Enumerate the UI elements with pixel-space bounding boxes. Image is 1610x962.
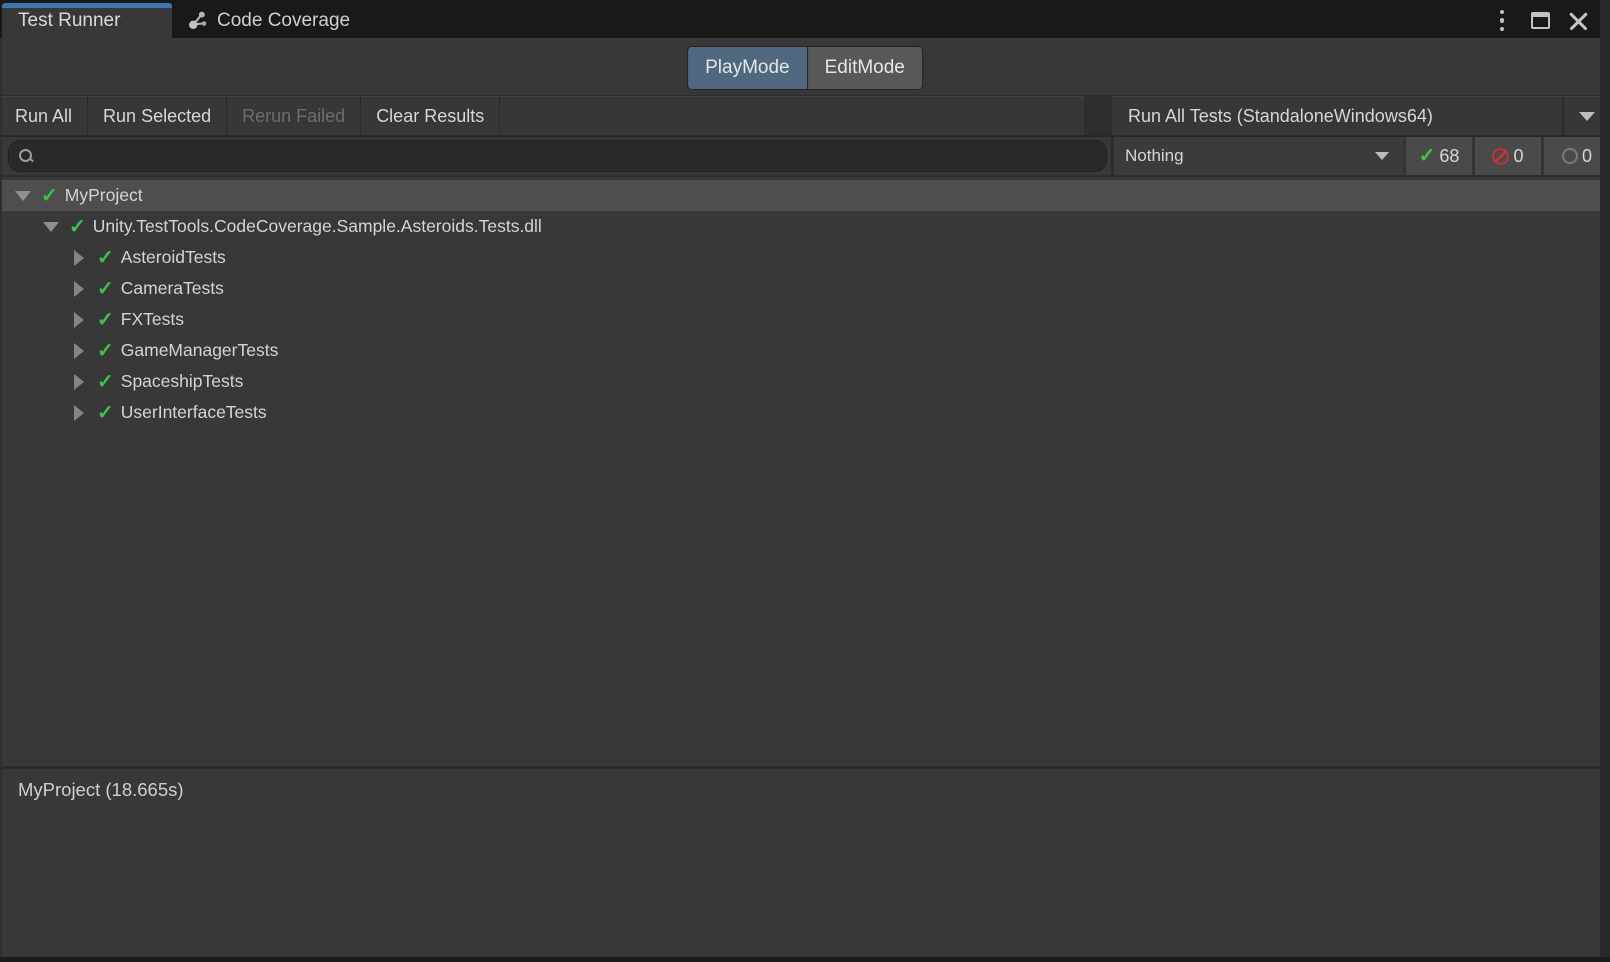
mode-row: PlayModeEditMode <box>0 38 1610 95</box>
test-runner-window: Test Runner Code Coverage <box>0 0 1610 962</box>
tree-row-label: Unity.TestTools.CodeCoverage.Sample.Aste… <box>93 216 542 237</box>
passed-icon: ✓ <box>97 372 114 392</box>
tree-row-label: FXTests <box>121 309 184 330</box>
maximize-button[interactable] <box>1526 7 1554 35</box>
maximize-icon <box>1531 12 1550 29</box>
test-tree-row[interactable]: ✓ CameraTests <box>0 273 1610 304</box>
passed-icon: ✓ <box>97 279 114 299</box>
passed-icon: ✓ <box>69 217 86 237</box>
result-count: 0 <box>1582 146 1592 167</box>
test-tree-row[interactable]: ✓ Unity.TestTools.CodeCoverage.Sample.Ast… <box>0 211 1610 242</box>
tab-code-coverage[interactable]: Code Coverage <box>172 3 366 38</box>
test-tree: ✓ MyProject ✓ Unity.TestTools.CodeCoverage.… <box>0 177 1610 766</box>
chevron-down-icon <box>1375 152 1389 160</box>
toolbar: Run AllRun SelectedRerun FailedClear Res… <box>0 95 1610 137</box>
not-run-icon <box>1562 148 1578 164</box>
result-count: 68 <box>1439 146 1459 167</box>
foldout-collapsed-icon[interactable] <box>70 343 88 359</box>
foldout-collapsed-icon[interactable] <box>70 281 88 297</box>
passed-icon: ✓ <box>97 403 114 423</box>
tree-row-label: UserInterfaceTests <box>121 402 267 423</box>
test-tree-row[interactable]: ✓ UserInterfaceTests <box>0 397 1610 428</box>
failed-icon <box>1492 148 1509 165</box>
kebab-menu-icon <box>1500 10 1505 32</box>
toolbar-button-run-selected[interactable]: Run Selected <box>88 96 226 135</box>
toolbar-button-run-all[interactable]: Run All <box>0 96 87 135</box>
search-field[interactable] <box>8 140 1107 172</box>
status-panel: MyProject (18.665s) <box>0 766 1610 962</box>
passed-icon: ✓ <box>97 310 114 330</box>
mode-toggle: PlayModeEditMode <box>687 46 923 90</box>
toolbar-separator <box>1085 96 1111 135</box>
toolbar-button-rerun-failed: Rerun Failed <box>227 96 360 135</box>
more-options-button[interactable] <box>1488 7 1516 35</box>
tree-row-label: AsteroidTests <box>121 247 226 268</box>
tab-code-coverage-label: Code Coverage <box>217 10 350 32</box>
toolbar-button-clear-results[interactable]: Clear Results <box>361 96 499 135</box>
chevron-down-icon <box>1579 112 1595 121</box>
close-button[interactable] <box>1564 7 1592 35</box>
result-toggle-failed[interactable]: 0 <box>1472 137 1541 175</box>
passed-icon: ✓ <box>97 341 114 361</box>
passed-icon: ✓ <box>41 186 58 206</box>
test-tree-row[interactable]: ✓ FXTests <box>0 304 1610 335</box>
search-input[interactable] <box>42 147 1106 165</box>
run-all-tests-platform-dropdown[interactable]: Run All Tests (StandaloneWindows64) <box>1112 96 1610 135</box>
result-toggle-passed[interactable]: ✓68 <box>1403 137 1472 175</box>
foldout-collapsed-icon[interactable] <box>70 312 88 328</box>
toolbar-left-group: Run AllRun SelectedRerun FailedClear Res… <box>0 96 499 135</box>
foldout-collapsed-icon[interactable] <box>70 405 88 421</box>
foldout-expanded-icon[interactable] <box>14 191 32 201</box>
test-tree-row[interactable]: ✓ SpaceshipTests <box>0 366 1610 397</box>
window-edge-left <box>0 38 2 962</box>
category-filter-dropdown[interactable]: Nothing <box>1111 137 1403 175</box>
mode-button-editmode[interactable]: EditMode <box>808 47 922 89</box>
tab-bar: Test Runner Code Coverage <box>0 0 1610 38</box>
passed-icon: ✓ <box>97 248 114 268</box>
foldout-collapsed-icon[interactable] <box>70 250 88 266</box>
tab-test-runner[interactable]: Test Runner <box>2 3 172 38</box>
close-icon <box>1568 11 1588 31</box>
toolbar-filler <box>500 96 1084 135</box>
foldout-collapsed-icon[interactable] <box>70 374 88 390</box>
tree-row-label: CameraTests <box>121 278 224 299</box>
test-tree-row[interactable]: ✓ MyProject <box>0 180 1610 211</box>
status-text: MyProject (18.665s) <box>18 779 1610 801</box>
tab-test-runner-label: Test Runner <box>18 10 120 32</box>
tree-row-label: SpaceshipTests <box>121 371 244 392</box>
filter-bar: Nothing ✓68 0 0 <box>0 137 1610 177</box>
category-filter-value: Nothing <box>1125 146 1375 166</box>
tree-row-label: MyProject <box>65 185 143 206</box>
result-filter-toggles: ✓68 0 0 <box>1403 137 1610 175</box>
search-icon <box>19 149 34 164</box>
mode-button-playmode[interactable]: PlayMode <box>688 47 807 89</box>
window-edge-right <box>1600 0 1610 962</box>
test-tree-row[interactable]: ✓ AsteroidTests <box>0 242 1610 273</box>
window-controls <box>1488 3 1610 38</box>
tree-row-label: GameManagerTests <box>121 340 279 361</box>
platform-dropdown-label: Run All Tests (StandaloneWindows64) <box>1112 97 1562 135</box>
foldout-expanded-icon[interactable] <box>42 222 60 232</box>
window-edge-bottom <box>0 957 1610 962</box>
result-count: 0 <box>1513 146 1523 167</box>
passed-icon: ✓ <box>1419 146 1436 166</box>
test-tree-row[interactable]: ✓ GameManagerTests <box>0 335 1610 366</box>
code-coverage-icon <box>188 10 209 31</box>
